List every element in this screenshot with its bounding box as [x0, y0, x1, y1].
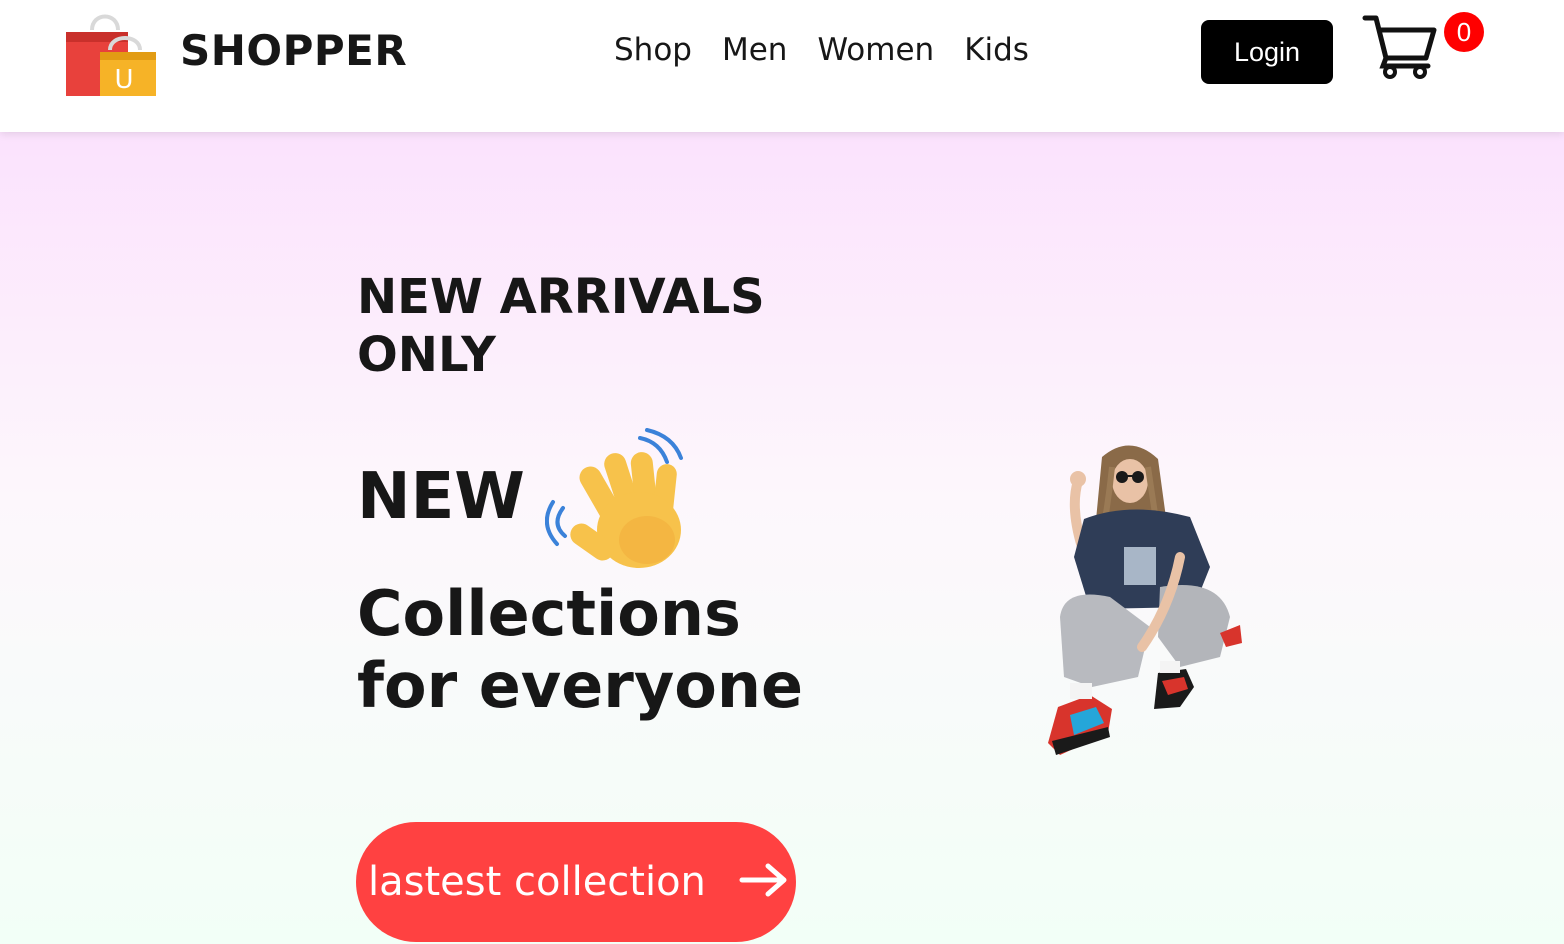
shopping-bags-icon[interactable]: U [62, 8, 158, 98]
hero-tagline: NEW ARRIVALS ONLY [357, 268, 765, 384]
brand-name[interactable]: SHOPPER [180, 26, 407, 75]
main-menu: Shop Men Women Kids [614, 32, 1029, 68]
headline-new: NEW [357, 460, 525, 534]
menu-item-men[interactable]: Men [722, 32, 787, 68]
tagline-line-1: NEW ARRIVALS [357, 269, 765, 325]
logo-letter: U [114, 65, 133, 95]
navbar: U SHOPPER Shop Men Women Kids Login 0 [0, 0, 1564, 132]
hero-headline: Collections for everyone [357, 578, 803, 722]
model-crouching-photo [1030, 437, 1250, 777]
menu-item-women[interactable]: Women [817, 32, 934, 68]
cart-count-badge: 0 [1444, 12, 1484, 52]
headline-line-2: Collections [357, 577, 741, 650]
menu-item-shop[interactable]: Shop [614, 32, 692, 68]
menu-item-kids[interactable]: Kids [964, 32, 1029, 68]
cart-icon[interactable] [1362, 12, 1438, 80]
login-button[interactable]: Login [1201, 20, 1333, 84]
latest-collection-button[interactable]: lastest collection [356, 822, 796, 942]
cta-label: lastest collection [368, 859, 706, 905]
tagline-line-2: ONLY [357, 327, 496, 383]
headline-line-3: for everyone [357, 649, 804, 722]
waving-hand-icon [545, 428, 695, 574]
arrow-right-icon [738, 862, 788, 898]
hero-section: NEW ARRIVALS ONLY NEW Collections for ev… [0, 132, 1564, 944]
